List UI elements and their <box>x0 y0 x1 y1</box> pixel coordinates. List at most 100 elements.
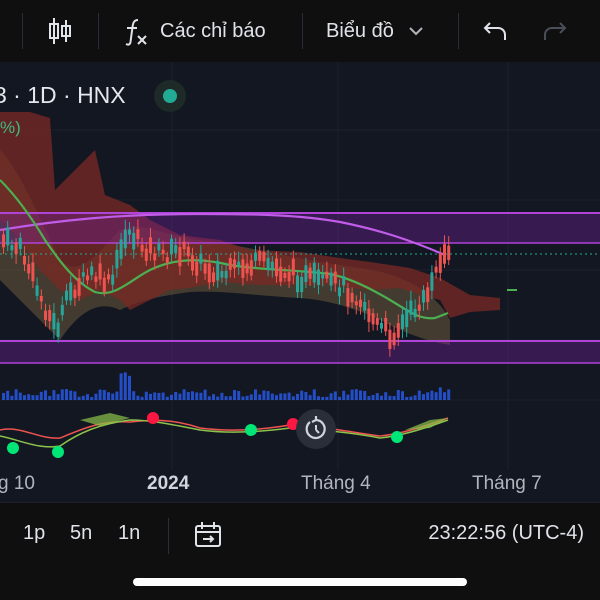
volume-bar <box>312 389 316 400</box>
candle-body <box>132 232 136 250</box>
volume-bar <box>438 387 442 400</box>
volume-bar <box>6 390 10 400</box>
chart-canvas[interactable]: 3 · 1D · HNX %) <box>0 62 600 502</box>
volume-bar <box>128 375 131 400</box>
signal-dot <box>147 412 159 424</box>
chart-style-button[interactable] <box>46 0 76 62</box>
redo-button[interactable] <box>542 0 568 62</box>
candle-body <box>241 259 245 279</box>
candle-body <box>94 276 98 282</box>
volume-bar <box>266 391 270 400</box>
volume-bar <box>23 395 26 400</box>
candle-body <box>317 269 320 286</box>
volume-bar <box>363 391 367 400</box>
volume-bar <box>18 392 22 400</box>
volume-bar <box>380 395 383 400</box>
volume-bar <box>371 394 375 400</box>
reset-chart-button[interactable] <box>296 409 336 449</box>
volume-bar <box>300 390 304 400</box>
candle-body <box>203 263 207 274</box>
volume-bar <box>329 393 333 400</box>
candle-body <box>140 244 144 252</box>
volume-bar <box>375 393 379 400</box>
signal-dot <box>245 424 257 436</box>
candle-body <box>434 266 438 273</box>
candle-body <box>350 292 354 303</box>
date-range-icon <box>195 522 221 547</box>
signal-dot <box>7 442 19 454</box>
volume-bar <box>119 373 123 400</box>
candle-body <box>228 258 232 270</box>
candle-body <box>157 243 161 251</box>
interval-1p-button[interactable]: 1p <box>23 522 45 545</box>
indicators-button[interactable]: Các chỉ báo <box>122 0 266 62</box>
volume-bar <box>27 394 31 400</box>
market-status-indicator[interactable] <box>154 80 186 112</box>
candle-body <box>304 265 308 282</box>
home-indicator <box>133 578 467 586</box>
timezone-clock[interactable]: 23:22:56 (UTC-4) <box>428 522 584 545</box>
candle-body <box>44 310 47 320</box>
volume-bar <box>359 390 362 400</box>
candle-body <box>380 322 383 329</box>
signal-dot <box>52 446 64 458</box>
volume-bar <box>10 395 14 400</box>
toolbar-separator <box>458 13 459 49</box>
go-to-date-button[interactable] <box>193 520 223 550</box>
candle-body <box>443 244 446 264</box>
candle-body <box>128 229 131 235</box>
volume-bar <box>321 396 325 400</box>
candle-body <box>161 249 165 255</box>
function-icon <box>125 19 147 46</box>
volume-bar <box>157 392 161 400</box>
volume-bar <box>350 389 354 400</box>
candle-body <box>401 314 404 329</box>
volume-bar <box>304 391 308 400</box>
volume-bar <box>401 391 404 400</box>
toolbar-separator <box>98 13 99 49</box>
volume-bar <box>279 393 283 400</box>
candle-body <box>31 262 35 282</box>
symbol-legend[interactable]: 3 · 1D · HNX <box>0 78 126 112</box>
volume-bar <box>199 392 203 400</box>
candle-body <box>52 312 56 330</box>
volume-bar <box>144 391 148 400</box>
volume-bar <box>174 391 178 400</box>
volume-bar <box>396 390 400 400</box>
undo-button[interactable] <box>482 0 508 62</box>
candle-body <box>111 274 115 285</box>
candle-body <box>447 245 451 260</box>
volume-bar <box>212 394 215 400</box>
volume-bar <box>153 392 157 400</box>
volume-bar <box>31 395 35 400</box>
chart-type-dropdown[interactable]: Biểu đồ <box>326 0 424 62</box>
volume-bar <box>52 390 56 400</box>
candle-body <box>359 299 362 308</box>
candle-body <box>23 256 26 265</box>
candle-body <box>275 258 278 277</box>
candle-body <box>291 258 295 276</box>
interval-5n-button[interactable]: 5n <box>70 522 92 545</box>
candle-body <box>254 252 257 261</box>
candle-body <box>392 332 396 346</box>
candle-body <box>338 287 341 297</box>
volume-bar <box>14 389 18 400</box>
volume-bar <box>98 389 102 400</box>
volume-bar <box>367 396 371 400</box>
volume-bar <box>384 392 388 400</box>
candle-body <box>102 277 106 292</box>
volume-bar <box>346 394 350 400</box>
volume-bar <box>228 396 232 400</box>
candle-body <box>224 270 228 279</box>
volume-bar <box>73 391 77 400</box>
volume-bar <box>140 396 144 400</box>
volume-bar <box>77 396 81 400</box>
volume-bar <box>430 390 434 400</box>
candle-body <box>413 308 417 318</box>
candle-body <box>191 255 194 271</box>
volume-bar <box>325 396 329 400</box>
volume-bar <box>254 389 257 400</box>
time-axis-label: Tháng 4 <box>301 473 371 494</box>
volume-bar <box>405 396 409 400</box>
interval-1n-button[interactable]: 1n <box>118 522 140 545</box>
